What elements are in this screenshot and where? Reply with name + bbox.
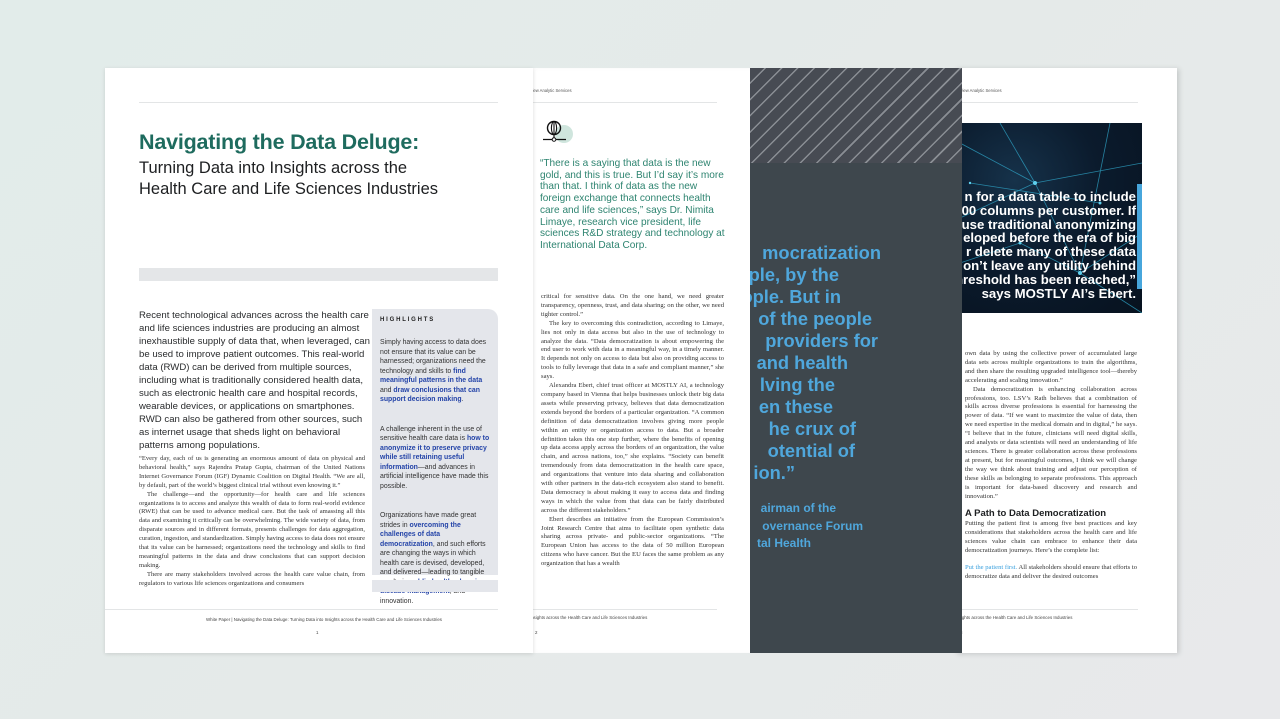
document-subtitle: Turning Data into Insights across the He… [139, 158, 519, 200]
quote-line: he crux of [768, 418, 856, 439]
quote-line: providers for [765, 330, 878, 351]
page-1: Navigating the Data Deluge: Turning Data… [105, 68, 533, 653]
quote-line: n for a data table to include [964, 189, 1136, 204]
highlight-link: draw conclusions that can support decisi… [380, 386, 480, 404]
subtitle-line: Turning Data into Insights across the [139, 159, 408, 177]
attribution-line: tal Health [756, 536, 811, 550]
quote-line: says MOSTLY AI’s Ebert. [981, 285, 1136, 301]
page-4: Review Analytic Services n for a data ta… [955, 68, 1177, 653]
section-heading: A Path to Data Democratization [965, 508, 1107, 520]
page-number: 1 [316, 630, 319, 635]
page-number: 2 [535, 630, 538, 635]
quote-line: and health [756, 352, 848, 373]
attribution-line: airman of the [760, 501, 836, 515]
page-2: Review Analytic Services “There is a say… [525, 68, 755, 653]
page-footer: Insights across the Health Care and Life… [955, 615, 1073, 620]
body-paragraph: own data by using the collective power o… [965, 350, 1137, 384]
highlight-item: A challenge inherent in the use of sensi… [380, 425, 490, 490]
body-paragraph: Alexandra Ebert, chief trust officer at … [541, 382, 724, 514]
quote-line: otential of [767, 440, 855, 461]
quote-accent-bar [1137, 184, 1142, 289]
body-text: own data by using the collective power o… [965, 350, 1137, 582]
body-paragraph: The challenge—and the opportunity—for he… [139, 490, 365, 569]
subtitle-line: Health Care and Life Sciences Industries [139, 180, 438, 198]
highlights-box: HIGHLIGHTS Simply having access to data … [372, 309, 498, 605]
quote-line: r delete many of these data [965, 244, 1136, 260]
body-text: “Every day, each of us is generating an … [139, 455, 365, 589]
globe-network-icon [542, 120, 578, 146]
highlight-item: Simply having access to data does not en… [380, 339, 487, 404]
quote-line: ple, by the [750, 264, 839, 285]
highlights-heading: HIGHLIGHTS [380, 317, 435, 323]
document-title: Navigating the Data Deluge: [139, 130, 420, 154]
body-paragraph: The key to overcoming this contradiction… [541, 319, 724, 381]
body-paragraph: “Every day, each of us is generating an … [139, 455, 365, 489]
title-band [139, 268, 498, 281]
body-paragraph: critical for sensitive data. On the one … [541, 293, 724, 318]
quote-line: on’t leave any utility behind [963, 257, 1136, 273]
page-footer: to Insights across the Health Care and L… [525, 615, 648, 620]
footer-rule [525, 609, 717, 610]
body-paragraph: There are many stakeholders involved acr… [139, 570, 365, 587]
quote-attribution: airman of the overnance Forum tal Health [750, 500, 863, 553]
header-rule [525, 102, 717, 103]
quote-line: hreshold has been reached,” [955, 271, 1136, 287]
diagonal-stripe-pattern [750, 68, 962, 163]
footer-rule [105, 609, 498, 610]
list-item-link[interactable]: Put the patient first. [965, 564, 1017, 571]
header-rule [139, 102, 498, 103]
quote-line: en these [758, 396, 833, 417]
quote-line: ople. But in [750, 286, 841, 307]
list-item: Put the patient first. All stakeholders … [965, 563, 1137, 580]
body-text: critical for sensitive data. On the one … [541, 293, 724, 569]
footer-rule [955, 609, 1138, 610]
body-paragraph: Putting the patient first is among five … [965, 520, 1137, 555]
header-rule [955, 102, 1138, 103]
page-footer: White Paper | Navigating the Data Deluge… [206, 617, 442, 622]
quote-line: 00 columns per customer. If [961, 202, 1136, 218]
quote-line: lving the [759, 374, 835, 395]
quote-line: ion.” [753, 462, 795, 483]
body-paragraph: Data democratization is enhancing collab… [965, 385, 1137, 500]
image-pull-quote: n for a data table to include 00 columns… [955, 190, 1136, 300]
quote-line: of the people [758, 308, 872, 329]
attribution-line: overnance Forum [762, 518, 863, 533]
quote-line: use traditional anonymizing [961, 216, 1136, 232]
highlights-footer-band [372, 580, 498, 592]
quote-line: eloped before the era of big [963, 230, 1136, 246]
lede-paragraph: Recent technological advances across the… [139, 310, 370, 451]
large-pull-quote: mocratization ple, by the ople. But in o… [750, 242, 962, 484]
page-3-quote-panel: mocratization ple, by the ople. But in o… [750, 68, 962, 653]
body-paragraph: Ebert describes an initiative from the E… [541, 515, 724, 568]
pull-quote: “There is a saying that data is the new … [540, 158, 725, 251]
quote-line: mocratization [762, 242, 881, 263]
